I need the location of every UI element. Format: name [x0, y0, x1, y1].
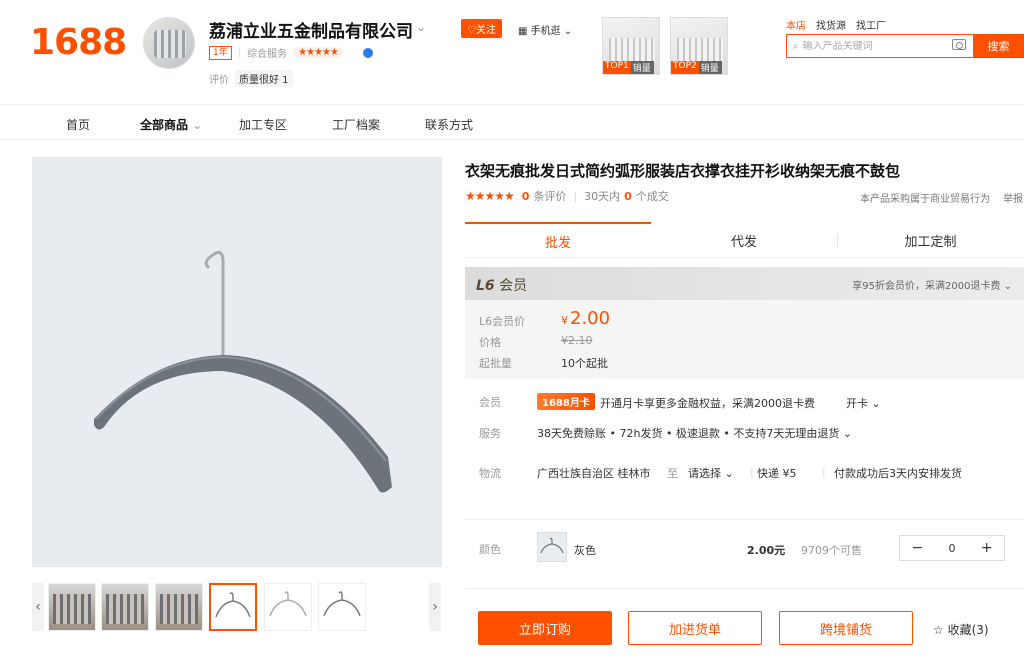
search-tab-shop[interactable]: 本店 [786, 17, 806, 32]
member-price: ¥2.00 [561, 308, 611, 329]
tab-wholesale[interactable]: 批发 [465, 222, 651, 258]
shop-meta: 1年 | 综合服务 ★★★★★ [209, 45, 373, 60]
thumbnail[interactable] [264, 583, 312, 631]
review-label: 条评价 [533, 190, 567, 203]
top-product-2[interactable]: TOP2 销量 [670, 17, 728, 75]
search-tab-source[interactable]: 找货源 [816, 17, 846, 32]
member-level: L6 会员 [476, 278, 528, 294]
rating-stars: ★★★★★ [465, 189, 515, 203]
shop-name[interactable]: 荔浦立业五金制品有限公司 [209, 17, 413, 42]
deal-label: 个成交 [635, 190, 669, 203]
thumbnail[interactable] [48, 583, 96, 631]
price-label: 价格 [479, 336, 501, 349]
service-label: 综合服务 [247, 49, 288, 60]
chevron-down-icon: ⌄ [192, 118, 203, 132]
eval-tag[interactable]: 质量很好 1 [235, 70, 293, 87]
service-stars: ★★★★★ [293, 47, 343, 58]
sku-price: 2.00元 [747, 544, 786, 557]
thumbs-next-button[interactable]: › [429, 583, 441, 631]
buy-now-button[interactable]: 立即订购 [478, 611, 612, 645]
add-to-cart-button[interactable]: 加进货单 [628, 611, 762, 645]
sku-color-name[interactable]: 灰色 [574, 542, 596, 558]
thumbnail-selected[interactable] [209, 583, 257, 631]
color-label: 颜色 [479, 543, 501, 556]
open-card-button[interactable]: 开卡 ⌄ [846, 395, 881, 411]
mobile-shop-link[interactable]: ▦ 手机逛 ⌄ [518, 22, 572, 37]
moq-value: 10个起批 [561, 357, 608, 370]
service-row-label: 服务 [479, 427, 501, 440]
member-benefit[interactable]: 享95折会员价，采满2000退卡费 ⌄ [852, 277, 1012, 292]
service-text[interactable]: 38天免费赊账 • 72h发货 • 极速退款 • 不支持7天无理由退货 ⌄ [537, 425, 852, 441]
sku-stock: 9709个可售 [801, 544, 862, 557]
logistics-row-label: 物流 [479, 467, 501, 480]
member-row-label: 会员 [479, 396, 501, 409]
shop-eval: 评价 质量很好 1 [209, 70, 293, 87]
report-link[interactable]: 举报 [1003, 190, 1023, 205]
thumbs-prev-button[interactable]: ‹ [32, 583, 44, 631]
search-icon: ⌕ [793, 40, 799, 52]
quantity-input[interactable]: 0 [935, 542, 970, 555]
eval-label: 评价 [209, 75, 229, 86]
search-input[interactable] [802, 40, 943, 52]
search-box: ⌕ [786, 34, 974, 58]
top-product-1[interactable]: TOP1 销量 [602, 17, 660, 75]
year-badge: 1年 [209, 45, 232, 60]
search-button[interactable]: 搜索 [973, 34, 1024, 58]
quantity-stepper: − 0 + [899, 535, 1005, 561]
favorite-button[interactable]: ☆ 收藏(3) [933, 621, 989, 638]
cross-border-button[interactable]: 跨境铺货 [779, 611, 913, 645]
sku-image[interactable] [537, 532, 567, 562]
destination-select[interactable]: 请选择 ⌄ [688, 465, 734, 481]
search-tab-factory[interactable]: 找工厂 [856, 17, 886, 32]
to-word: 至 [667, 467, 678, 480]
verified-icon [362, 47, 373, 58]
original-price: ¥2.10 [561, 334, 593, 347]
nav-home[interactable]: 首页 [66, 116, 90, 133]
follow-button[interactable]: ♡关注 [461, 19, 502, 38]
trade-note: 本产品采购属于商业贸易行为 [860, 194, 990, 205]
minus-button[interactable]: − [900, 540, 935, 556]
deal-count: 0 [624, 189, 632, 203]
product-title: 衣架无痕批发日式简约弧形服装店衣撑衣挂开衫收纳架无痕不鼓包 [465, 162, 901, 180]
moq-label: 起批量 [479, 357, 512, 370]
nav-processing[interactable]: 加工专区 [239, 116, 287, 133]
member-bar: L6 会员 享95折会员价，采满2000退卡费 ⌄ [465, 267, 1024, 300]
nav-contact[interactable]: 联系方式 [425, 116, 473, 133]
tab-custom[interactable]: 加工定制 [837, 222, 1024, 258]
express-fee: 快递 ¥5 [757, 467, 797, 480]
nav-all-products[interactable]: 全部商品 ⌄ [140, 116, 202, 133]
rating-row: ★★★★★ 0 条评价 | 30天内 0 个成交 [465, 189, 669, 203]
hanger-image [94, 250, 392, 493]
card-text: 开通月卡享更多金融权益，采满2000退卡费 [600, 397, 815, 410]
logo-1688[interactable]: 1688 [30, 22, 127, 63]
main-product-image[interactable] [32, 157, 442, 567]
thumbnail[interactable] [101, 583, 149, 631]
ship-note: 付款成功后3天内安排发货 [834, 467, 962, 480]
tab-dropship[interactable]: 代发 [651, 222, 837, 258]
thumbnail[interactable] [318, 583, 366, 631]
ship-from: 广西壮族自治区 桂林市 [537, 467, 651, 480]
month-card-badge: 1688月卡 [537, 393, 595, 410]
search-scope-tabs: 本店 找货源 找工厂 [786, 17, 886, 32]
purchase-tabs: 批发 代发 加工定制 [465, 222, 1024, 258]
nav-factory-profile[interactable]: 工厂档案 [332, 116, 380, 133]
camera-icon[interactable] [952, 39, 966, 50]
thumbnail[interactable] [155, 583, 203, 631]
review-count[interactable]: 0 [522, 190, 530, 203]
shop-avatar[interactable] [143, 17, 195, 69]
plus-button[interactable]: + [969, 540, 1004, 556]
chevron-down-icon[interactable]: ⌄ [416, 20, 426, 34]
price-panel: L6 会员 享95折会员价，采满2000退卡费 ⌄ L6会员价 ¥2.00 价格… [465, 267, 1024, 379]
days-label: 30天内 [584, 190, 621, 203]
member-price-row: L6会员价 [479, 315, 526, 328]
shop-nav: 首页 全部商品 ⌄ 加工专区 工厂档案 联系方式 [0, 104, 1024, 140]
